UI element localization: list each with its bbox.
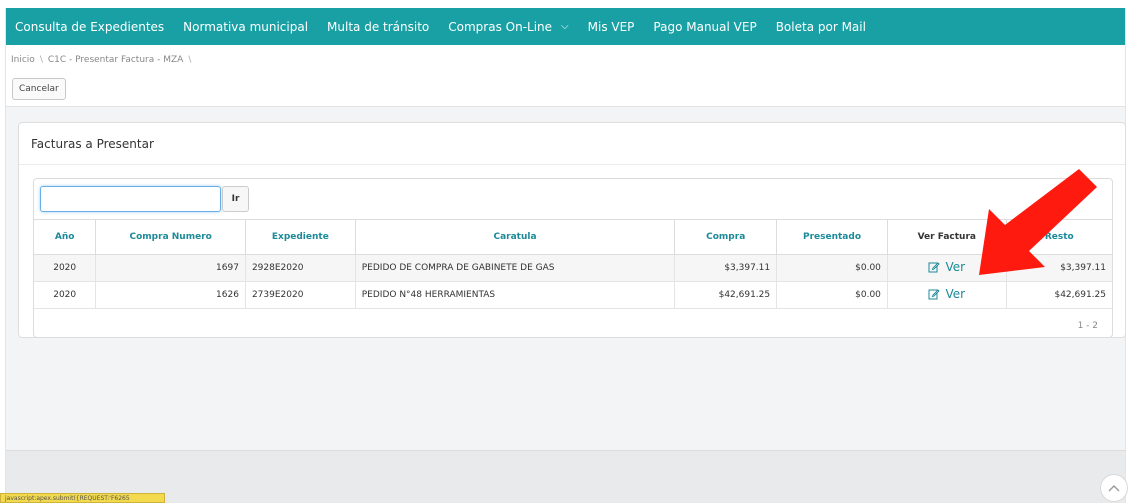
- cell-compra-numero: 1697: [95, 254, 246, 282]
- column-header-expediente[interactable]: Expediente: [245, 219, 356, 255]
- column-header-caratula[interactable]: Caratula: [355, 219, 676, 255]
- card-divider: [19, 164, 1125, 165]
- page-header: Inicio \ C1C - Presentar Factura - MZA \ Ca…: [6, 45, 1125, 107]
- nav-item-label: Mis VEP: [587, 19, 635, 34]
- nav-item-label: Normativa municipal: [183, 19, 309, 34]
- column-header-presentado[interactable]: Presentado: [776, 219, 888, 255]
- status-bar-url: javascript:apex.submit({REQUEST:'F6265: [0, 493, 165, 503]
- cell-expediente: 2928E2020: [245, 254, 356, 282]
- scroll-to-top-button[interactable]: [1100, 474, 1128, 502]
- footer: [6, 450, 1125, 503]
- page: Consulta de Expedientes Normativa munici…: [5, 8, 1128, 503]
- red-arrow-annotation: [979, 169, 1097, 275]
- edit-icon: [928, 289, 941, 300]
- cell-compra: $3,397.11: [674, 254, 778, 282]
- cancel-button[interactable]: Cancelar: [12, 78, 66, 100]
- nav-item-label: Compras On-Line: [448, 19, 553, 34]
- column-header-anio[interactable]: Año: [34, 219, 97, 255]
- edit-icon: [928, 262, 941, 273]
- table-row: 2020 1697 2928E2020 PEDIDO DE COMPRA DE …: [34, 254, 1112, 282]
- column-header-compra[interactable]: Compra: [674, 219, 778, 255]
- nav-item-label: Boleta por Mail: [775, 19, 866, 34]
- cell-resto: $42,691.25: [1006, 281, 1112, 309]
- cell-compra-numero: 1626: [95, 281, 246, 309]
- invoices-card: Facturas a Presentar Ir Año Compra Numer…: [18, 122, 1126, 338]
- nav-item-mis-vep[interactable]: Mis VEP: [588, 20, 635, 34]
- cell-compra: $42,691.25: [674, 281, 778, 309]
- card-title: Facturas a Presentar: [31, 137, 154, 151]
- nav-item-label: Pago Manual VEP: [653, 19, 757, 34]
- nav-item-multa-transito[interactable]: Multa de tránsito: [327, 20, 429, 34]
- search-input[interactable]: [40, 186, 221, 212]
- search-bar: Ir: [34, 179, 1112, 219]
- breadcrumb-separator: \: [39, 55, 43, 65]
- nav-item-label: Consulta de Expedientes: [15, 19, 165, 34]
- nav-item-consulta-expedientes[interactable]: Consulta de Expedientes: [15, 20, 164, 34]
- top-navigation: Consulta de Expedientes Normativa munici…: [6, 8, 1125, 45]
- table-header-row: Año Compra Numero Expediente Caratula Co…: [34, 219, 1112, 255]
- cell-caratula: PEDIDO DE COMPRA DE GABINETE DE GAS: [355, 254, 676, 282]
- breadcrumb: Inicio \ C1C - Presentar Factura - MZA \: [11, 55, 196, 65]
- cell-caratula: PEDIDO N°48 HERRAMIENTAS: [355, 281, 676, 309]
- ver-factura-link[interactable]: Ver: [928, 287, 965, 301]
- nav-item-normativa-municipal[interactable]: Normativa municipal: [183, 20, 308, 34]
- nav-item-pago-manual-vep[interactable]: Pago Manual VEP: [653, 20, 756, 34]
- column-header-compra-numero[interactable]: Compra Numero: [95, 219, 246, 255]
- cell-presentado: $0.00: [776, 281, 888, 309]
- ver-factura-link[interactable]: Ver: [928, 260, 965, 274]
- table-row: 2020 1626 2739E2020 PEDIDO N°48 HERRAMIE…: [34, 281, 1112, 309]
- ver-link-label: Ver: [945, 260, 966, 274]
- cell-ver-factura: Ver: [887, 281, 1007, 309]
- chevron-up-icon: [1108, 485, 1120, 492]
- breadcrumb-separator: \: [188, 55, 192, 65]
- breadcrumb-home-link[interactable]: Inicio: [11, 55, 35, 65]
- go-button[interactable]: Ir: [222, 186, 249, 212]
- pagination-info: 1 - 2: [1077, 321, 1098, 331]
- cell-expediente: 2739E2020: [245, 281, 356, 309]
- breadcrumb-current: C1C - Presentar Factura - MZA: [47, 55, 184, 65]
- ver-link-label: Ver: [945, 287, 966, 301]
- nav-item-label: Multa de tránsito: [327, 19, 430, 34]
- nav-item-compras-online[interactable]: Compras On-Line ⌵: [448, 20, 568, 34]
- cell-presentado: $0.00: [776, 254, 888, 282]
- chevron-down-icon: ⌵: [561, 21, 569, 32]
- cell-anio: 2020: [34, 281, 97, 309]
- invoices-report: Ir Año Compra Numero Expediente Caratula…: [33, 178, 1113, 338]
- nav-item-boleta-por-mail[interactable]: Boleta por Mail: [776, 20, 866, 34]
- invoices-table: Año Compra Numero Expediente Caratula Co…: [34, 219, 1112, 309]
- cell-anio: 2020: [34, 254, 97, 282]
